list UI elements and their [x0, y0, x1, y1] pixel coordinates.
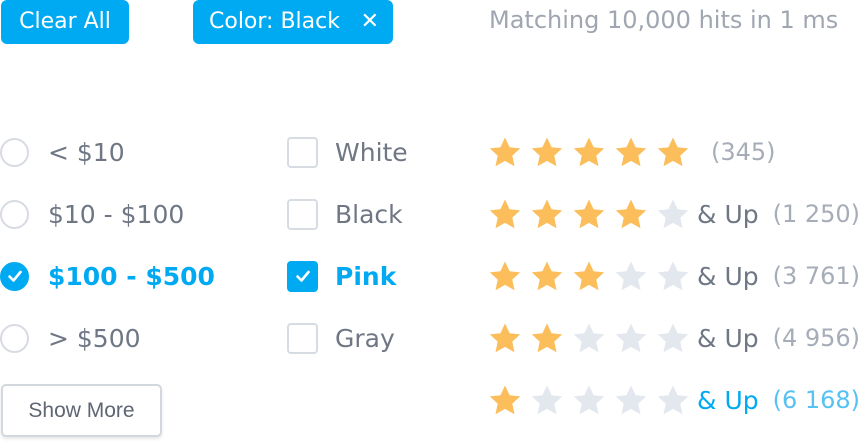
price-option[interactable]: $100 - $500 — [0, 245, 250, 307]
star-icon — [615, 385, 647, 415]
rating-count: (3 761) — [772, 262, 860, 290]
checkbox[interactable] — [287, 198, 318, 230]
star-rating — [487, 322, 695, 354]
rating-option[interactable]: & Up (4 956) — [487, 307, 860, 369]
star-rating — [487, 260, 695, 292]
star-icon — [573, 323, 605, 353]
radio-button[interactable] — [0, 137, 29, 167]
rating-filter-list: (345) & Up (1 250) & Up (3 761) & Up (4 … — [487, 121, 860, 431]
checkmark-icon — [295, 270, 310, 282]
star-icon — [531, 385, 563, 415]
price-option[interactable]: < $10 — [0, 121, 250, 183]
and-up-label: & Up — [697, 261, 759, 291]
star-icon — [531, 137, 563, 167]
rating-count: (1 250) — [772, 200, 860, 228]
star-icon — [489, 199, 521, 229]
color-option-label: White — [335, 137, 408, 167]
star-icon — [615, 199, 647, 229]
star-icon — [615, 261, 647, 291]
search-stats: Matching 10,000 hits in 1 ms — [489, 6, 839, 34]
color-option-label: Pink — [335, 261, 397, 291]
star-icon — [657, 137, 689, 167]
radio-button-checked[interactable] — [0, 261, 29, 291]
checkbox-checked[interactable] — [287, 260, 318, 292]
star-icon — [573, 385, 605, 415]
star-rating — [487, 384, 695, 416]
star-icon — [573, 137, 605, 167]
star-icon — [531, 199, 563, 229]
rating-option[interactable]: (345) — [487, 121, 860, 183]
star-rating — [487, 198, 695, 230]
price-option-label: < $10 — [48, 137, 125, 167]
price-option-label: > $500 — [48, 323, 141, 353]
color-option-label: Gray — [335, 323, 395, 353]
color-option[interactable]: Black — [287, 183, 457, 245]
star-icon — [489, 323, 521, 353]
star-icon — [615, 137, 647, 167]
star-icon — [657, 199, 689, 229]
and-up-label: & Up — [697, 323, 759, 353]
rating-count: (6 168) — [772, 386, 860, 414]
star-icon — [657, 261, 689, 291]
star-icon — [573, 199, 605, 229]
star-icon — [489, 137, 521, 167]
star-icon — [531, 323, 563, 353]
star-icon — [489, 261, 521, 291]
checkbox[interactable] — [287, 322, 318, 354]
price-filter-list: < $10 $10 - $100 $100 - $500 > $500 — [0, 121, 250, 369]
radio-button[interactable] — [0, 199, 29, 229]
color-option-label: Black — [335, 199, 403, 229]
current-refinements-bar: Clear All Color: Black ✕ Matching 10,000… — [0, 0, 860, 44]
color-option[interactable]: Pink — [287, 245, 457, 307]
star-rating — [487, 136, 695, 168]
price-option[interactable]: > $500 — [0, 307, 250, 369]
color-filter-list: White Black Pink Gray — [287, 121, 457, 369]
color-option[interactable]: White — [287, 121, 457, 183]
color-option[interactable]: Gray — [287, 307, 457, 369]
checkmark-icon — [7, 270, 22, 282]
active-filter-chip[interactable]: Color: Black ✕ — [193, 0, 393, 44]
rating-option[interactable]: & Up (3 761) — [487, 245, 860, 307]
star-icon — [531, 261, 563, 291]
checkbox[interactable] — [287, 136, 318, 168]
show-more-button[interactable]: Show More — [1, 384, 162, 437]
star-icon — [615, 323, 647, 353]
and-up-label: & Up — [697, 199, 759, 229]
rating-count: (345) — [711, 138, 776, 166]
star-icon — [489, 385, 521, 415]
star-icon — [573, 261, 605, 291]
price-option[interactable]: $10 - $100 — [0, 183, 250, 245]
clear-all-button[interactable]: Clear All — [1, 0, 129, 44]
active-filter-label: Color: Black — [209, 9, 340, 34]
price-option-label: $100 - $500 — [48, 261, 215, 291]
rating-option-selected[interactable]: & Up (6 168) — [487, 369, 860, 431]
rating-option[interactable]: & Up (1 250) — [487, 183, 860, 245]
close-icon[interactable]: ✕ — [361, 0, 379, 44]
star-icon — [657, 323, 689, 353]
radio-button[interactable] — [0, 323, 29, 353]
rating-count: (4 956) — [772, 324, 860, 352]
star-icon — [657, 385, 689, 415]
and-up-label: & Up — [697, 385, 759, 415]
price-option-label: $10 - $100 — [48, 199, 185, 229]
